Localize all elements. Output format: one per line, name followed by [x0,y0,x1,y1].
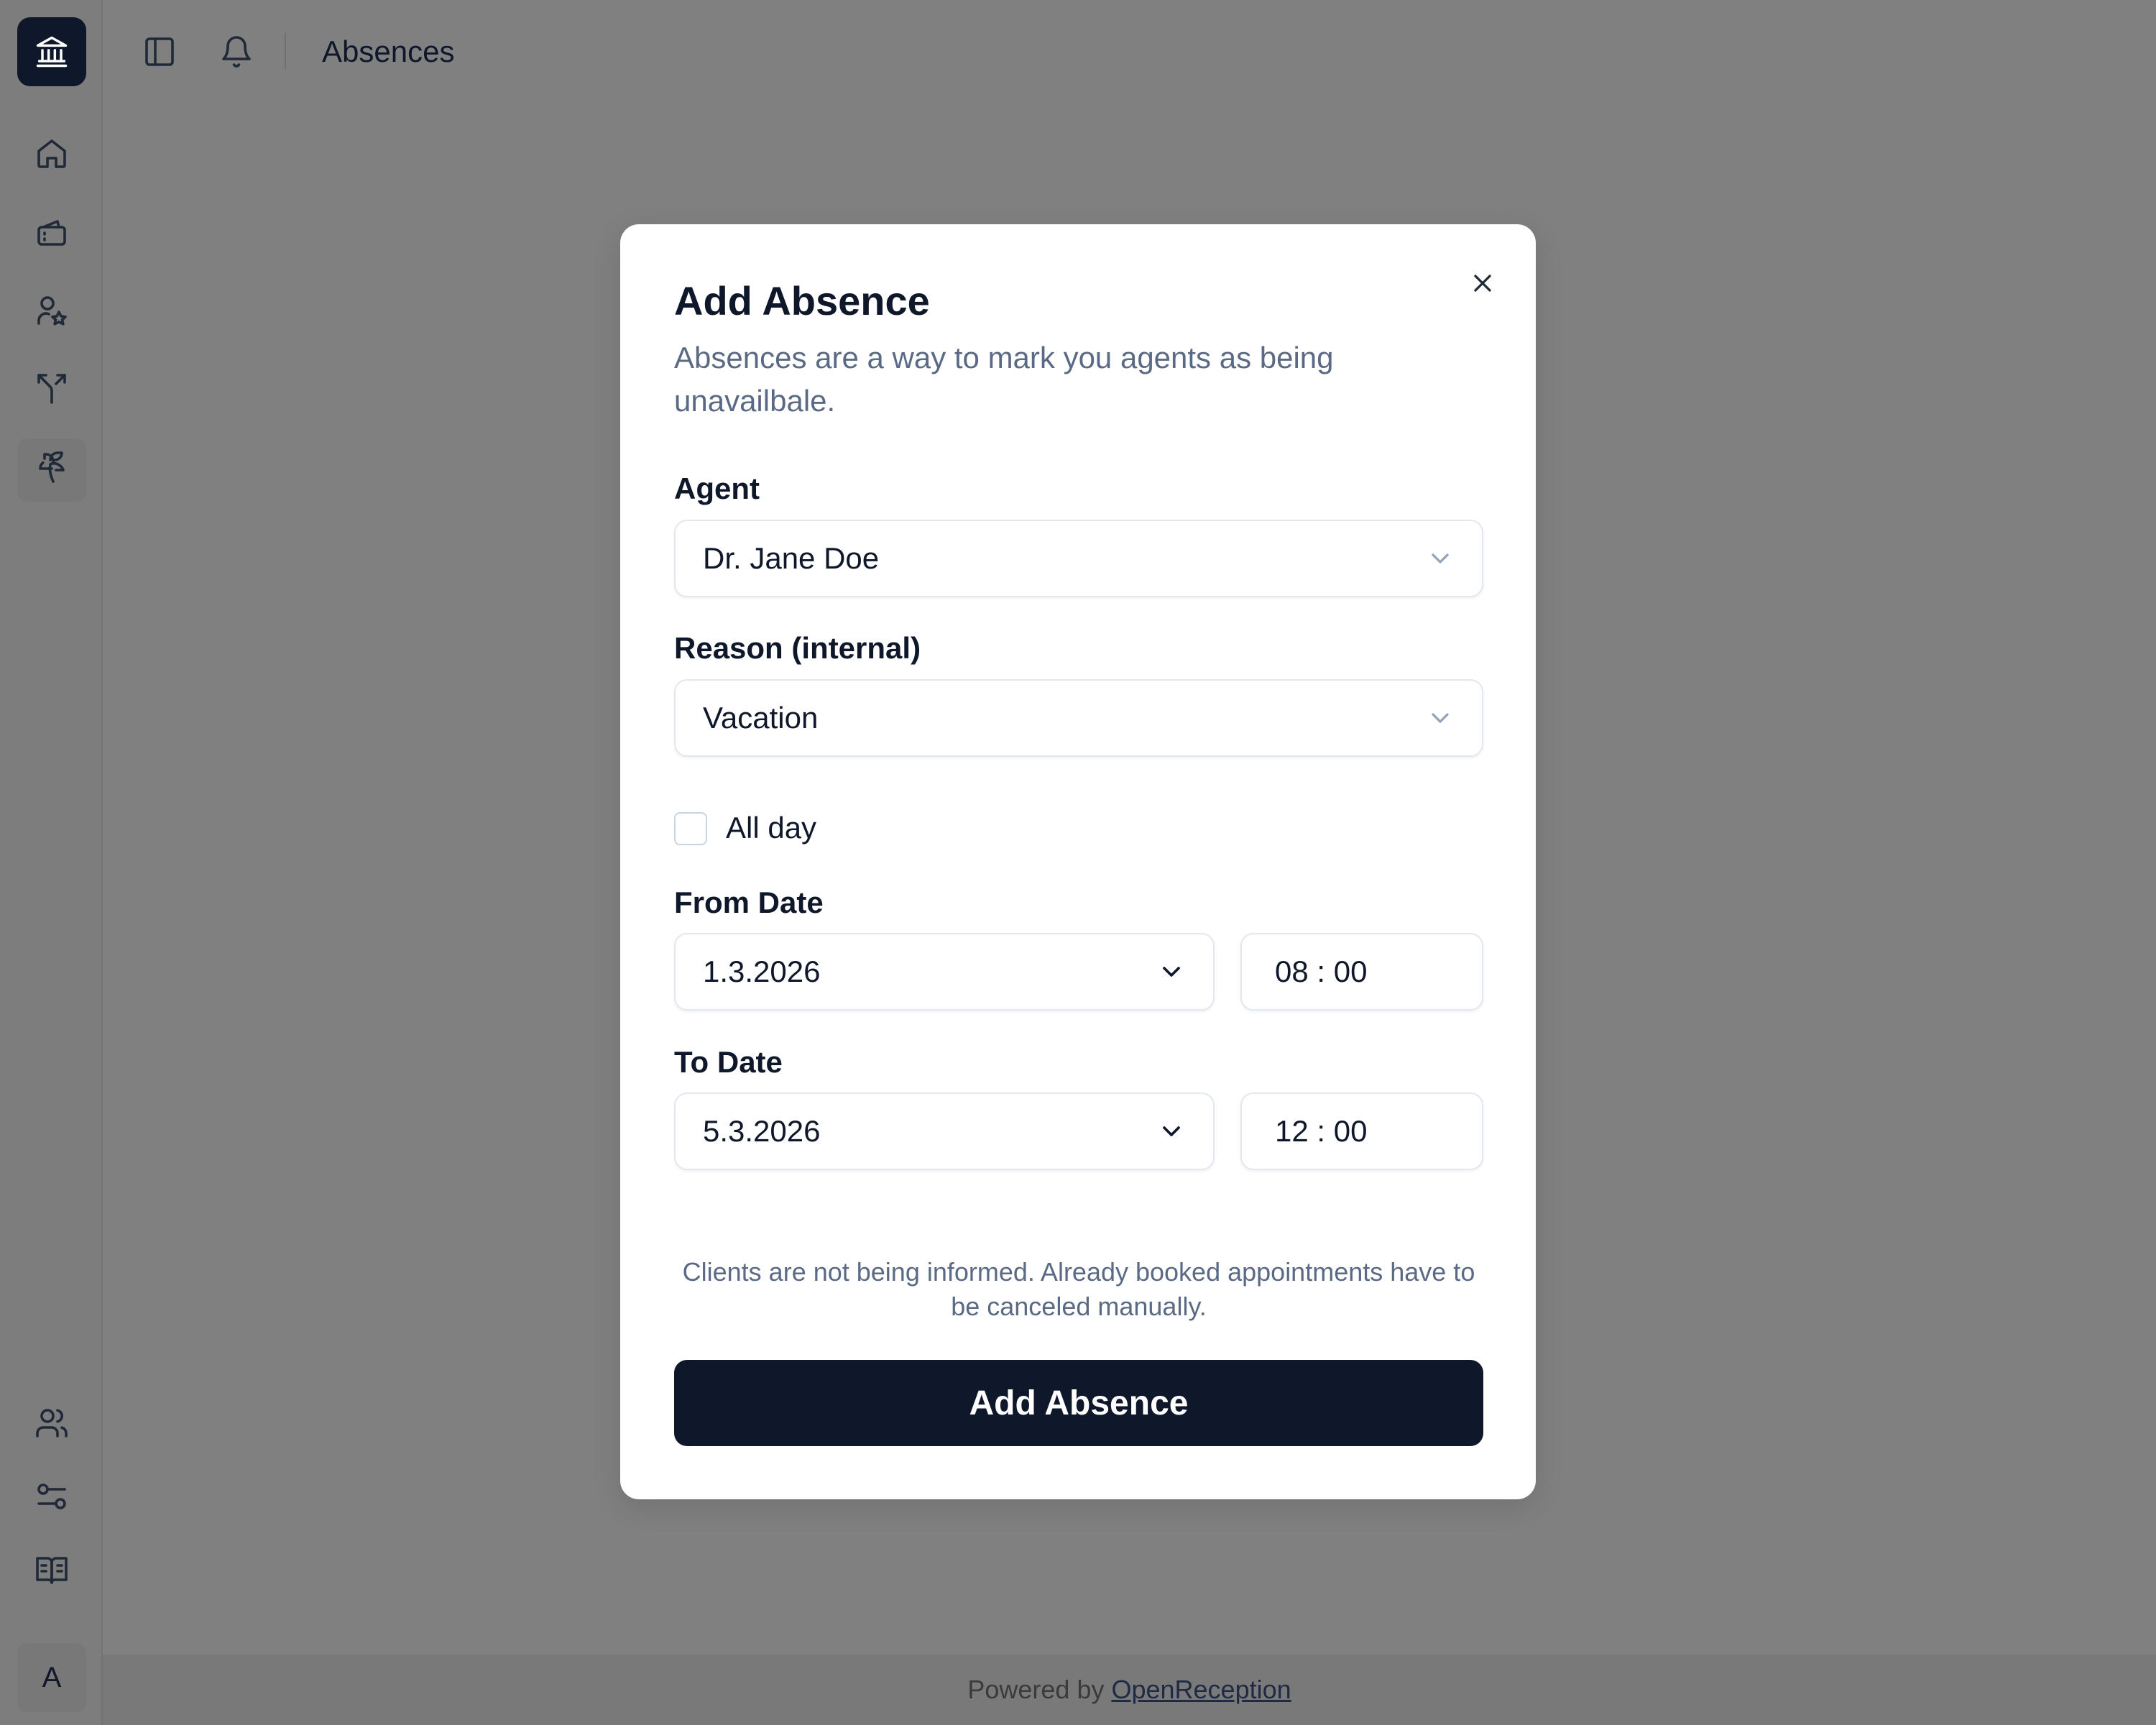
to-date-label: To Date [674,1045,783,1079]
page-title: Absences [322,34,455,68]
close-button[interactable] [1461,262,1504,305]
agent-value: Dr. Jane Doe [703,541,880,575]
notifications-button[interactable] [216,32,257,72]
bell-icon [222,36,251,68]
home-icon [37,139,66,168]
reason-select[interactable]: Vacation [674,679,1483,757]
sidebar-item-absences[interactable] [32,447,72,487]
all-day-label: All day [726,811,817,845]
to-time-value: 12 : 00 [1275,1114,1368,1148]
sidebar-item-agents[interactable] [32,290,72,331]
from-date-value: 1.3.2026 [703,954,821,988]
dialog-description: Absences are a way to mark you agents as… [674,341,1334,418]
all-day-checkbox[interactable] [674,812,707,845]
close-icon [1474,275,1491,292]
sliders-icon [37,1484,66,1509]
avatar[interactable]: A [17,1643,86,1712]
agent-select[interactable]: Dr. Jane Doe [674,520,1483,597]
footer: Powered by OpenReception [103,1655,2156,1725]
notice-text: Clients are not being informed. Already … [682,1257,1475,1321]
sidebar-item-settings[interactable] [32,1476,72,1517]
panel-left-icon [145,37,174,66]
book-open-icon [36,1557,68,1584]
chevron-down-icon [1432,553,1449,564]
users-icon [36,1409,68,1438]
reason-label: Reason (internal) [674,631,921,665]
sidebar-item-home[interactable] [32,134,72,174]
bank-icon [36,36,68,68]
sidebar: A [0,0,103,1725]
topbar-divider [285,33,286,69]
dialog-title: Add Absence [674,278,930,323]
to-date-value: 5.3.2026 [703,1114,821,1148]
avatar-initial: A [42,1661,62,1693]
from-date-picker[interactable]: 1.3.2026 [674,933,1215,1011]
chevron-down-icon [1432,713,1449,723]
reason-value: Vacation [703,701,819,735]
to-date-picker[interactable]: 5.3.2026 [674,1092,1215,1170]
split-icon [37,374,66,404]
chevron-down-icon [1163,1126,1180,1136]
user-star-icon [37,296,67,326]
add-absence-dialog: Add Absence Absences are a way to mark y… [620,224,1536,1499]
from-date-label: From Date [674,886,824,919]
to-time-input[interactable]: 12 : 00 [1240,1092,1483,1170]
from-time-input[interactable]: 08 : 00 [1240,933,1483,1011]
ticket-icon [37,220,66,246]
chevron-down-icon [1163,967,1180,977]
agent-label: Agent [674,472,760,505]
topbar: Absences [103,0,2156,104]
sidebar-item-tickets[interactable] [32,213,72,253]
sidebar-item-routing[interactable] [32,368,72,408]
from-time-value: 08 : 00 [1275,954,1368,988]
add-absence-button[interactable]: Add Absence [674,1360,1483,1446]
footer-link[interactable]: OpenReception [1111,1675,1291,1704]
footer-prefix: Powered by [967,1675,1112,1704]
logo[interactable] [17,17,86,86]
sidebar-toggle-button[interactable] [139,32,180,72]
sidebar-item-docs[interactable] [32,1550,72,1590]
palm-tree-icon [39,451,65,483]
sidebar-item-users[interactable] [32,1403,72,1443]
